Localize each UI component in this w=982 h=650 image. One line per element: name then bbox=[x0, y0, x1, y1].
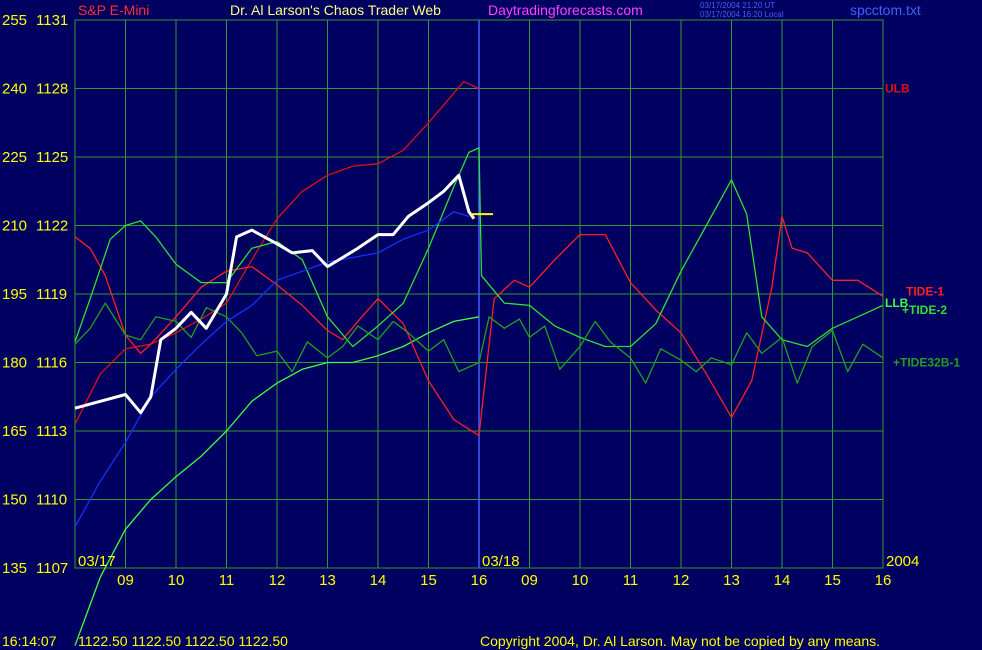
axis-labels: 255 1131 240 1128 225 1125 210 1122 195 1119 180 11… bbox=[2, 12, 960, 589]
series-label-tide1: TIDE-1 bbox=[906, 285, 944, 299]
x-tick-label: 13 bbox=[723, 572, 740, 589]
timestamp-ut: 03/17/2004 21:20 UT bbox=[700, 1, 775, 10]
y-tick-label-right: 1119 bbox=[36, 286, 67, 303]
site-link[interactable]: Daytradingforecasts.com bbox=[488, 2, 643, 18]
x-tick-label: 15 bbox=[420, 572, 437, 589]
y-tick-label-right: 1128 bbox=[36, 81, 68, 98]
quote-values: 1122.50 1122.50 1122.50 1122.50 bbox=[78, 633, 288, 649]
y-tick-label-right: 1125 bbox=[36, 149, 68, 166]
y-tick-label-right: 1131 bbox=[36, 12, 68, 29]
x-tick-label: 11 bbox=[623, 572, 639, 589]
y-tick-label-left: 180 bbox=[2, 355, 27, 372]
chaos-trader-chart: 255 1131 240 1128 225 1125 210 1122 195 1119 180 11… bbox=[2, 1, 960, 649]
y-tick-label-left: 135 bbox=[2, 560, 27, 577]
date-label: 2004 bbox=[886, 553, 919, 570]
date-label: 03/18 bbox=[482, 553, 520, 570]
series-label-tide2: +TIDE-2 bbox=[902, 303, 947, 317]
y-tick-label-left: 255 bbox=[2, 12, 27, 29]
x-tick-label: 14 bbox=[370, 572, 387, 589]
timestamp-local: 03/17/2004 16:20 Local bbox=[700, 10, 784, 19]
y-tick-label-right: 1122 bbox=[36, 218, 68, 235]
series-label-ulb: ULB bbox=[885, 82, 910, 96]
x-tick-label: 16 bbox=[471, 572, 488, 589]
series-line-moving_avg bbox=[74, 211, 470, 528]
chart-symbol: S&P E-Mini bbox=[78, 2, 149, 18]
series-label-tide32b1: +TIDE32B-1 bbox=[893, 356, 960, 370]
copyright-notice: Copyright 2004, Dr. Al Larson. May not b… bbox=[480, 633, 880, 649]
x-tick-label: 15 bbox=[824, 572, 841, 589]
y-tick-label-right: 1110 bbox=[36, 492, 67, 509]
y-tick-label-right: 1107 bbox=[36, 560, 68, 577]
y-tick-label-left: 165 bbox=[2, 423, 27, 440]
x-tick-label: 16 bbox=[875, 572, 892, 589]
x-tick-label: 09 bbox=[117, 572, 134, 589]
data-file-name: spcctom.txt bbox=[850, 2, 921, 18]
y-tick-label-left: 225 bbox=[2, 149, 27, 166]
y-tick-label-right: 1116 bbox=[36, 355, 67, 372]
chart-title: Dr. Al Larson's Chaos Trader Web bbox=[230, 2, 441, 18]
y-tick-label-left: 240 bbox=[2, 81, 27, 98]
x-tick-label: 12 bbox=[269, 572, 286, 589]
y-tick-label-left: 195 bbox=[2, 286, 27, 303]
x-tick-label: 11 bbox=[219, 572, 235, 589]
x-tick-label: 10 bbox=[168, 572, 185, 589]
x-tick-label: 12 bbox=[673, 572, 690, 589]
x-tick-label: 09 bbox=[521, 572, 538, 589]
x-tick-label: 13 bbox=[319, 572, 336, 589]
date-label: 03/17 bbox=[78, 553, 116, 570]
x-tick-label: 10 bbox=[572, 572, 589, 589]
x-tick-label: 14 bbox=[774, 572, 791, 589]
y-tick-label-right: 1113 bbox=[36, 423, 67, 440]
y-tick-label-left: 150 bbox=[2, 492, 27, 509]
y-tick-label-left: 210 bbox=[2, 218, 27, 235]
quote-time: 16:14:07 bbox=[2, 633, 57, 649]
